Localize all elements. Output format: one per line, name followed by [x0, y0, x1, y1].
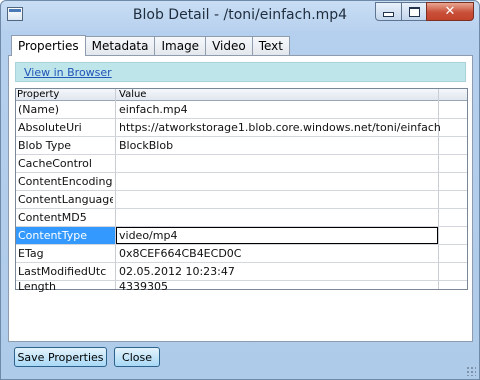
table-row[interactable]: (Name) einfach.mp4 — [16, 101, 467, 119]
tab-text[interactable]: Text — [251, 36, 290, 55]
tab-image[interactable]: Image — [154, 36, 207, 55]
tab-properties[interactable]: Properties — [11, 35, 86, 56]
blob-detail-window: Blob Detail - /toni/einfach.mp4 ✕ Proper… — [0, 0, 480, 380]
property-name: Length — [18, 280, 56, 293]
maximize-icon — [408, 6, 420, 17]
property-name: ContentMD5 — [18, 211, 87, 224]
property-value[interactable]: einfach.mp4 — [119, 103, 441, 116]
grid-header: Property Value — [16, 89, 467, 101]
table-row[interactable]: CacheControl — [16, 155, 467, 173]
property-name: CacheControl — [18, 157, 92, 170]
table-row[interactable]: ContentMD5 — [16, 209, 467, 227]
property-name: LastModifiedUtc — [18, 265, 107, 278]
property-name: ContentType — [18, 229, 88, 242]
table-row[interactable]: Blob Type BlockBlob — [16, 137, 467, 155]
property-value[interactable]: 4339305 — [119, 280, 441, 293]
tab-metadata[interactable]: Metadata — [84, 36, 156, 55]
minimize-icon — [383, 12, 394, 17]
table-row[interactable]: LastModifiedUtc 02.05.2012 10:23:47 — [16, 263, 467, 281]
tab-strip: Properties Metadata Image Video Text — [11, 34, 290, 56]
table-row[interactable]: ETag 0x8CEF664CB4ECD0C — [16, 245, 467, 263]
tab-video[interactable]: Video — [205, 36, 253, 55]
property-grid[interactable]: Property Value (Name) einfach.mp4 Absolu… — [15, 88, 468, 293]
property-name: AbsoluteUri — [18, 121, 82, 134]
table-row[interactable]: Length 4339305 — [16, 280, 467, 293]
close-icon: ✕ — [444, 4, 456, 19]
header-value: Value — [119, 89, 147, 100]
property-value[interactable]: BlockBlob — [119, 139, 441, 152]
property-name: ContentEncoding — [18, 175, 113, 188]
table-row-selected[interactable]: ContentType video/mp4 — [16, 227, 467, 245]
link-bar: View in Browser — [15, 62, 466, 82]
minimize-button[interactable] — [375, 2, 402, 21]
properties-panel: View in Browser Property Value (Name) ei… — [8, 55, 473, 342]
title-bar[interactable]: Blob Detail - /toni/einfach.mp4 ✕ — [1, 1, 479, 31]
table-row[interactable]: ContentLanguage — [16, 191, 467, 209]
property-name: ContentLanguage — [18, 193, 113, 206]
table-row[interactable]: AbsoluteUri https://atworkstorage1.blob.… — [16, 119, 467, 137]
property-value-input[interactable]: video/mp4 — [119, 229, 441, 242]
save-properties-button[interactable]: Save Properties — [14, 347, 107, 367]
maximize-button[interactable] — [401, 2, 427, 21]
property-value[interactable]: https://atworkstorage1.blob.core.windows… — [119, 121, 441, 134]
close-window-button[interactable]: ✕ — [426, 2, 474, 21]
property-name: ETag — [18, 247, 44, 260]
view-in-browser-link[interactable]: View in Browser — [24, 66, 112, 79]
close-button[interactable]: Close — [114, 347, 160, 367]
table-row[interactable]: ContentEncoding — [16, 173, 467, 191]
property-value[interactable]: 0x8CEF664CB4ECD0C — [119, 247, 441, 260]
property-name: Blob Type — [18, 139, 72, 152]
header-property: Property — [17, 89, 60, 100]
property-value[interactable]: 02.05.2012 10:23:47 — [119, 265, 441, 278]
resize-grip-icon[interactable] — [466, 366, 476, 376]
property-name: (Name) — [18, 103, 60, 116]
